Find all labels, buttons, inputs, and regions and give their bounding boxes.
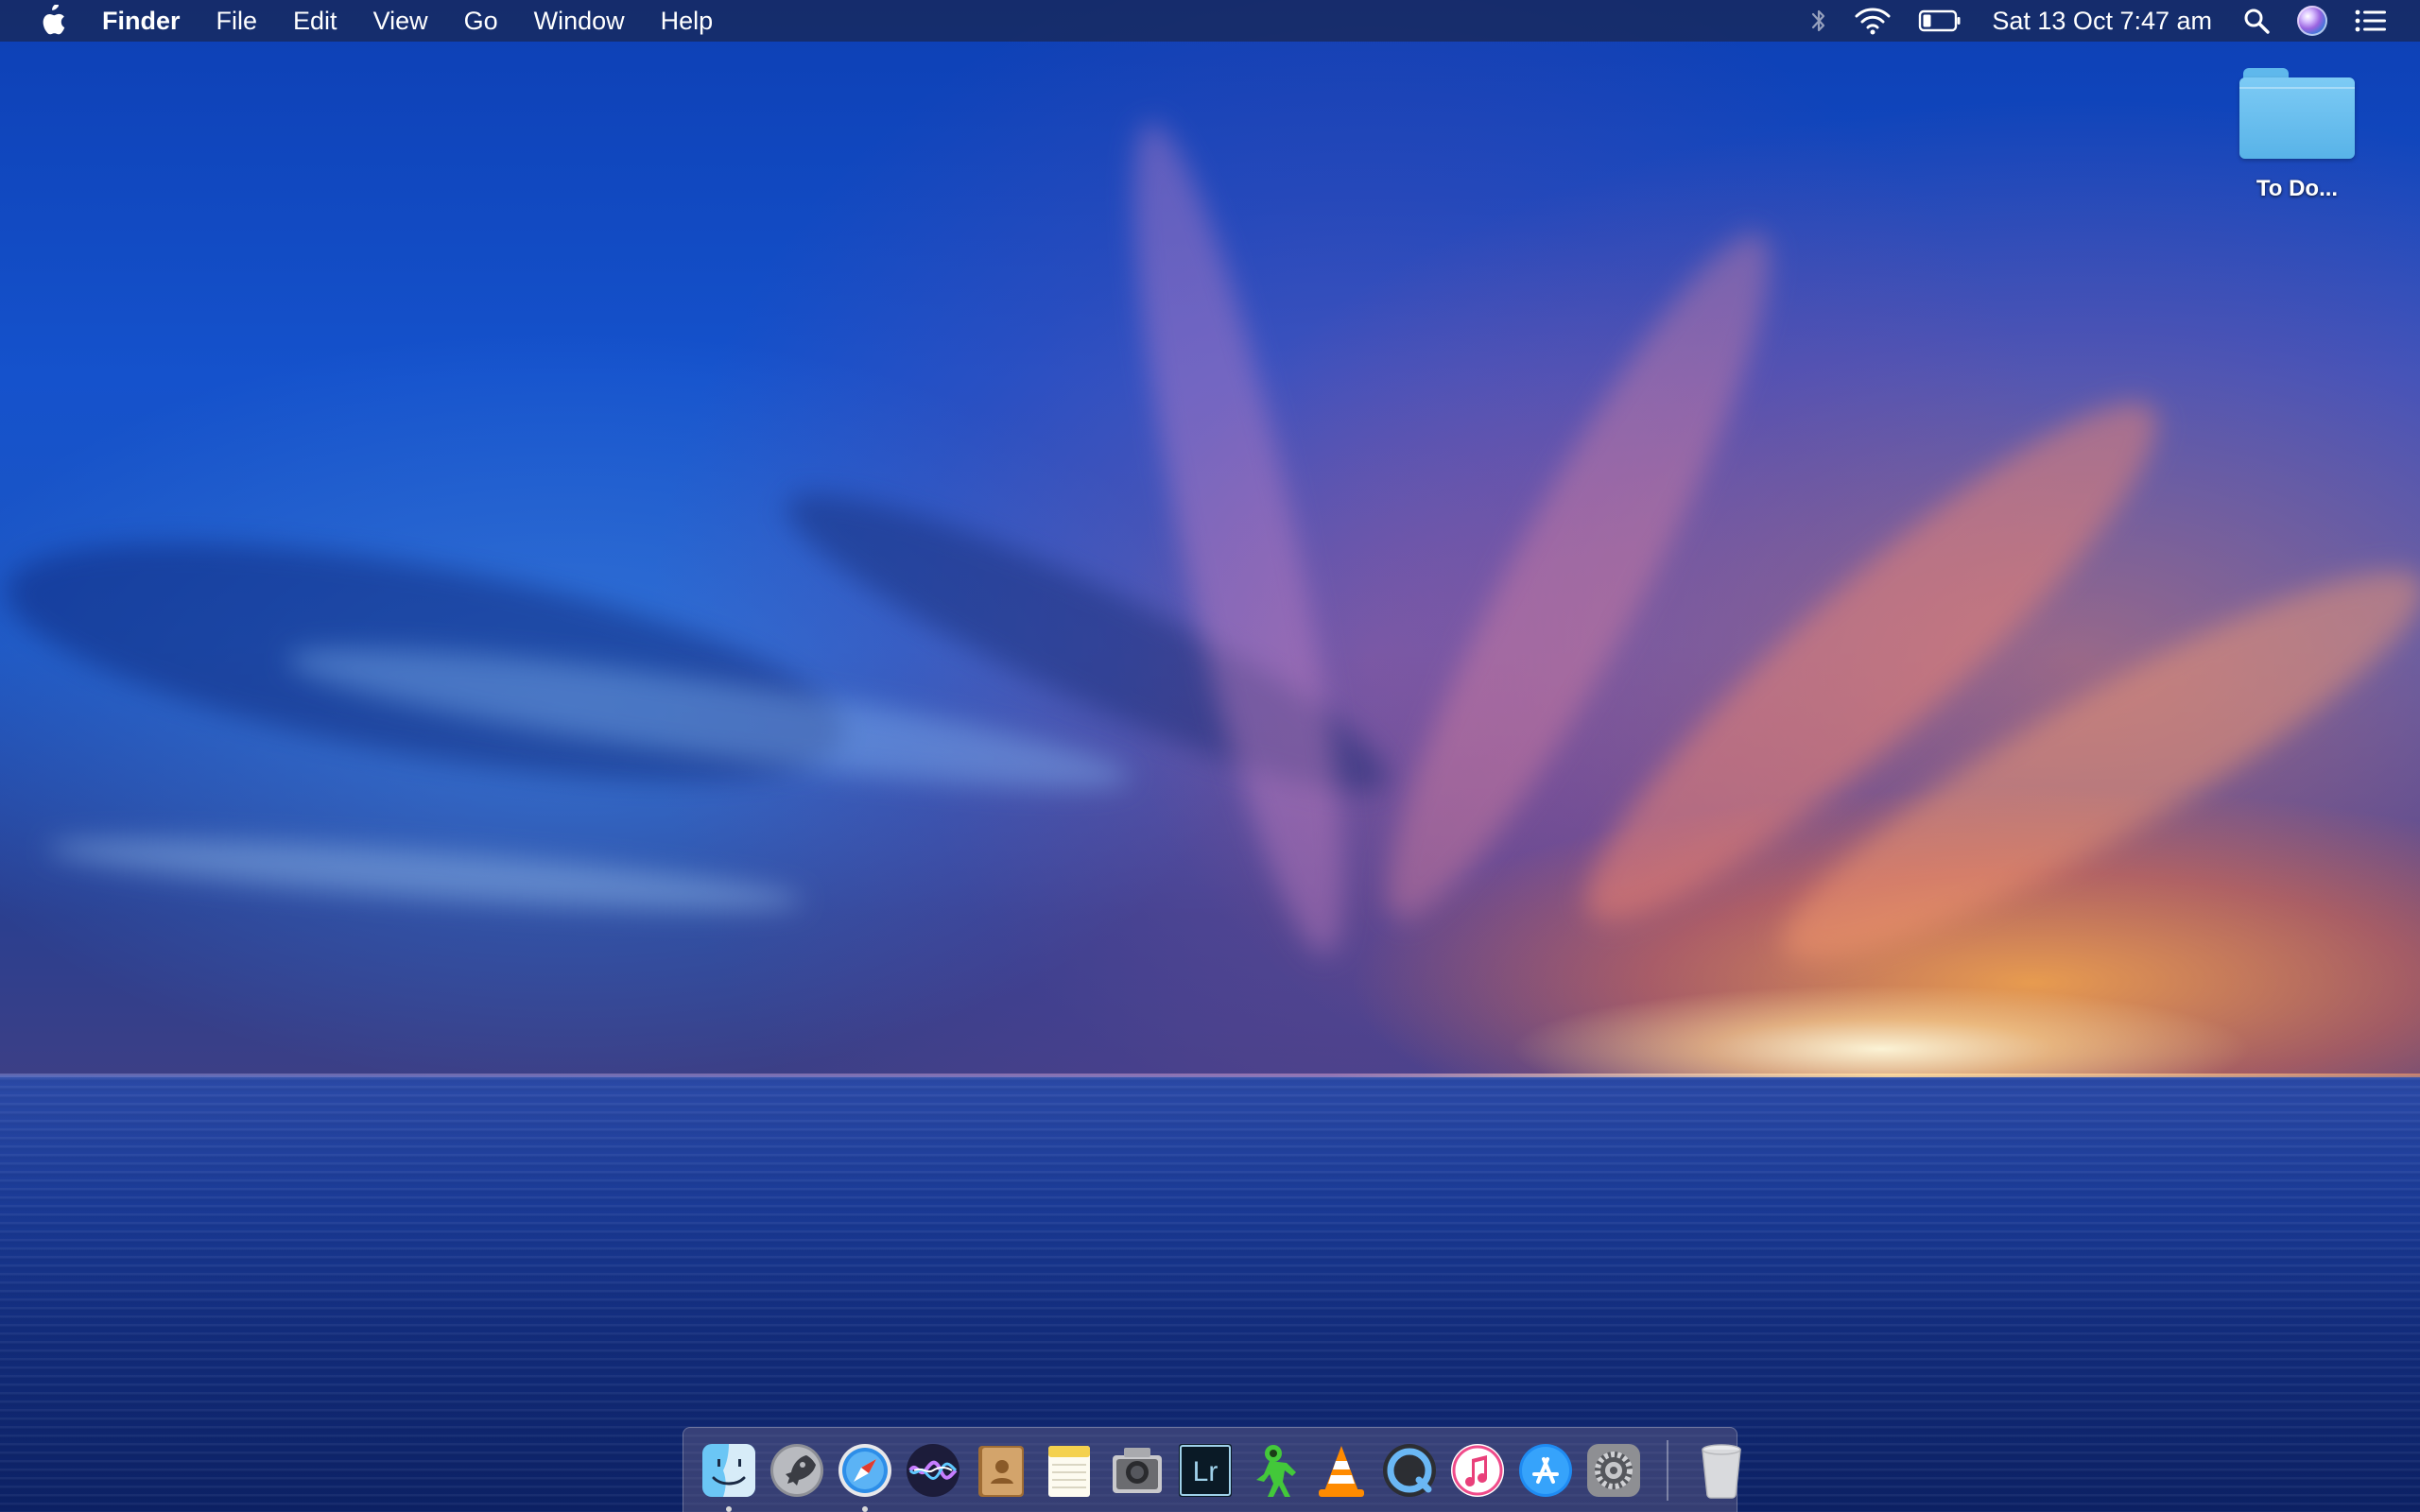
lightroom-icon: Lr <box>1179 1443 1232 1497</box>
bluetooth-icon[interactable] <box>1810 0 1827 42</box>
dock-app-finder[interactable] <box>699 1440 759 1512</box>
finder-icon <box>702 1443 755 1497</box>
dock-separator <box>1667 1439 1668 1501</box>
dock-app-siri[interactable] <box>903 1440 963 1501</box>
wifi-icon[interactable] <box>1854 0 1892 42</box>
battery-icon[interactable] <box>1918 0 1962 42</box>
notes-icon <box>1048 1445 1090 1497</box>
menu-edit[interactable]: Edit <box>275 0 355 42</box>
dock-app-itunes[interactable] <box>1447 1440 1508 1501</box>
dock-app-app-store[interactable] <box>1515 1440 1576 1501</box>
launchpad-icon <box>770 1443 823 1497</box>
menu-app-name[interactable]: Finder <box>95 0 199 42</box>
alien-icon <box>1256 1444 1296 1497</box>
vlc-icon <box>1319 1445 1364 1497</box>
dock: Lr <box>683 1427 1741 1512</box>
dock-app-launchpad[interactable] <box>767 1440 827 1501</box>
photo-booth-icon <box>1113 1447 1162 1493</box>
notification-center-icon[interactable] <box>2354 0 2388 42</box>
dock-app-contacts[interactable] <box>971 1440 1031 1501</box>
spotlight-icon[interactable] <box>2242 0 2271 42</box>
desktop-item-label: To Do... <box>2256 176 2339 201</box>
dock-app-green-alien[interactable] <box>1243 1440 1304 1501</box>
dock-app-photo-booth[interactable] <box>1107 1440 1167 1501</box>
menu-view[interactable]: View <box>355 0 446 42</box>
system-preferences-icon <box>1587 1443 1640 1497</box>
apple-menu-icon[interactable] <box>38 5 66 37</box>
siri-icon <box>907 1443 959 1497</box>
menu-window[interactable]: Window <box>516 0 643 42</box>
dock-app-system-preferences[interactable] <box>1583 1440 1644 1501</box>
svg-text:Lr: Lr <box>1193 1456 1219 1487</box>
menu-help[interactable]: Help <box>643 0 732 42</box>
trash-icon <box>1702 1443 1741 1499</box>
itunes-icon <box>1451 1443 1504 1497</box>
menu-clock[interactable]: Sat 13 Oct 7:47 am <box>1992 7 2212 36</box>
app-store-icon <box>1519 1443 1572 1497</box>
dock-app-lightroom[interactable]: Lr <box>1175 1440 1236 1501</box>
dock-app-trash[interactable] <box>1691 1440 1752 1501</box>
desktop-item-folder[interactable]: To Do... <box>2221 66 2373 202</box>
siri-icon[interactable] <box>2297 0 2327 42</box>
menu-file[interactable]: File <box>199 0 276 42</box>
dock-app-quicktime[interactable] <box>1379 1440 1440 1501</box>
quicktime-icon <box>1383 1443 1436 1497</box>
desktop-wallpaper <box>0 0 2420 1512</box>
dock-app-vlc[interactable] <box>1311 1440 1372 1501</box>
safari-icon <box>838 1443 891 1497</box>
menu-bar: Finder File Edit View Go Window Help Sat… <box>0 0 2420 42</box>
menu-go[interactable]: Go <box>446 0 516 42</box>
dock-app-safari[interactable] <box>835 1440 895 1512</box>
contacts-icon <box>978 1445 1024 1497</box>
dock-app-notes[interactable] <box>1039 1440 1099 1501</box>
folder-icon <box>2239 66 2355 161</box>
